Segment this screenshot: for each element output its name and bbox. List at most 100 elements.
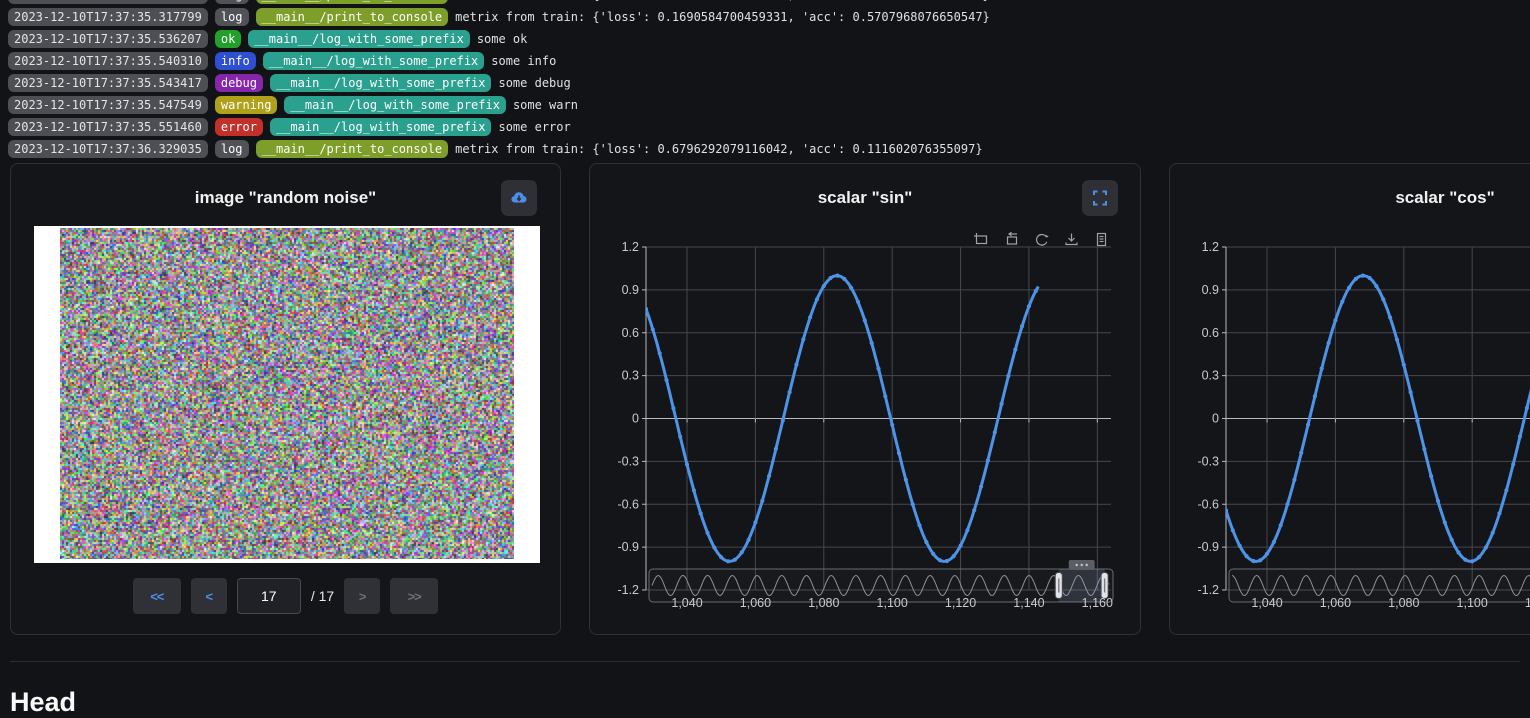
data-point: [842, 277, 846, 281]
data-point: [658, 351, 662, 355]
last-page-button[interactable]: >>: [390, 578, 438, 614]
data-point: [1244, 554, 1248, 558]
data-point: [1511, 462, 1515, 466]
log-module-badge: __main__/print_to_console: [256, 140, 449, 158]
log-row: 2023-12-10T17:37:35.547549warning__main_…: [8, 96, 1530, 114]
x-tick-label: 1,100: [1457, 596, 1488, 610]
x-tick-label: 1,060: [1320, 596, 1351, 610]
data-point: [808, 315, 812, 319]
y-tick-label: 1.2: [622, 240, 639, 254]
data-point: [972, 508, 976, 512]
data-point: [1306, 423, 1310, 427]
y-tick-label: 0.3: [622, 369, 639, 383]
log-message: metrix from train: {'loss': 0.1690584700…: [455, 10, 990, 24]
image-frame: [34, 226, 540, 563]
data-point: [945, 559, 949, 563]
data-point: [1272, 540, 1276, 544]
data-point: [1381, 297, 1385, 301]
data-point: [1258, 558, 1262, 562]
y-tick-label: -0.6: [1197, 497, 1219, 511]
data-point: [1388, 315, 1392, 319]
data-point: [1340, 300, 1344, 304]
data-point: [1456, 550, 1460, 554]
data-point: [959, 544, 963, 548]
data-point: [760, 499, 764, 503]
x-tick-label: 1,060: [740, 596, 771, 610]
log-timestamp-badge: 2023-12-10T17:37:35.317799: [8, 8, 208, 26]
data-point: [1491, 531, 1495, 535]
data-point: [849, 286, 853, 290]
first-page-button[interactable]: <<: [133, 578, 181, 614]
data-point: [1361, 274, 1365, 278]
cloud-download-icon: [509, 188, 529, 208]
y-tick-label: 0: [632, 412, 639, 426]
log-message: some warn: [513, 98, 578, 112]
x-tick-label: 1,120: [1525, 596, 1530, 610]
log-level-badge: log: [215, 0, 249, 4]
image-card: image "random noise" << < / 17 > >>: [10, 163, 561, 635]
page-number-input[interactable]: [237, 578, 301, 614]
data-point: [1006, 374, 1010, 378]
y-tick-label: -0.3: [617, 454, 639, 468]
log-message: some info: [491, 54, 556, 68]
data-point: [1020, 324, 1024, 328]
log-message: some debug: [498, 76, 570, 90]
log-module-badge: __main__/log_with_some_prefix: [270, 118, 492, 136]
sin-line-chart[interactable]: 1.20.90.60.30-0.3-0.6-0.9-1.21,0401,0601…: [590, 164, 1142, 636]
log-timestamp-badge: 2023-12-10T17:37:35.536207: [8, 30, 208, 48]
data-point: [986, 458, 990, 462]
log-row: 2023-12-10T17:37:35.317799log__main__/pr…: [8, 0, 1530, 4]
log-level-badge: debug: [215, 74, 263, 92]
data-point: [883, 394, 887, 398]
x-tick-label: 1,140: [1013, 596, 1044, 610]
log-module-badge: __main__/log_with_some_prefix: [270, 74, 492, 92]
y-tick-label: -0.6: [617, 497, 639, 511]
data-point: [924, 540, 928, 544]
next-page-button[interactable]: >: [344, 578, 380, 614]
log-module-badge: __main__/log_with_some_prefix: [284, 96, 506, 114]
section-divider: [10, 661, 1520, 662]
data-point: [1368, 276, 1372, 280]
data-point: [1504, 488, 1508, 492]
data-point: [774, 447, 778, 451]
download-image-button[interactable]: [501, 180, 537, 216]
x-tick-label: 1,120: [945, 596, 976, 610]
prev-page-button[interactable]: <: [191, 578, 227, 614]
log-level-badge: ok: [215, 30, 241, 48]
y-tick-label: 0.6: [622, 326, 639, 340]
data-point: [1415, 419, 1419, 423]
data-point: [664, 378, 668, 382]
data-point: [979, 485, 983, 489]
random-noise-image: [60, 228, 514, 559]
y-tick-label: 1.2: [1202, 240, 1219, 254]
scalar-sin-card: scalar "sin" 1.20.90.60.30-0.3-0.6-0.9-1…: [589, 163, 1141, 635]
data-point: [1436, 499, 1440, 503]
log-timestamp-badge: 2023-12-10T17:37:35.317799: [8, 0, 208, 4]
data-point: [938, 558, 942, 562]
x-tick-label: 1,100: [877, 596, 908, 610]
data-point: [1265, 552, 1269, 556]
data-point: [794, 363, 798, 367]
data-point: [1320, 367, 1324, 371]
x-tick-label: 1,160: [1082, 596, 1113, 610]
scalar-cos-card: scalar "cos" 1.20.90.60.30-0.3-0.6-0.9-1…: [1169, 163, 1530, 635]
x-tick-label: 1,040: [1251, 596, 1282, 610]
log-level-badge: info: [215, 52, 256, 70]
grip-dot: [1086, 564, 1088, 566]
log-timestamp-badge: 2023-12-10T17:37:35.551460: [8, 118, 208, 136]
data-point: [1251, 559, 1255, 563]
log-row: 2023-12-10T17:37:35.536207ok__main__/log…: [8, 30, 1530, 48]
log-timestamp-badge: 2023-12-10T17:37:35.547549: [8, 96, 208, 114]
log-timestamp-badge: 2023-12-10T17:37:36.329035: [8, 140, 208, 158]
log-module-badge: __main__/print_to_console: [256, 8, 449, 26]
log-module-badge: __main__/log_with_some_prefix: [263, 52, 485, 70]
y-tick-label: 0.3: [1202, 369, 1219, 383]
y-tick-label: -1.2: [617, 583, 639, 597]
cos-line-chart[interactable]: 1.20.90.60.30-0.3-0.6-0.9-1.21,0401,0601…: [1170, 164, 1530, 636]
y-tick-label: 0.9: [1202, 283, 1219, 297]
data-point: [644, 307, 648, 311]
log-level-badge: log: [215, 8, 249, 26]
data-point: [911, 502, 915, 506]
data-point: [678, 435, 682, 439]
data-point: [719, 555, 723, 559]
